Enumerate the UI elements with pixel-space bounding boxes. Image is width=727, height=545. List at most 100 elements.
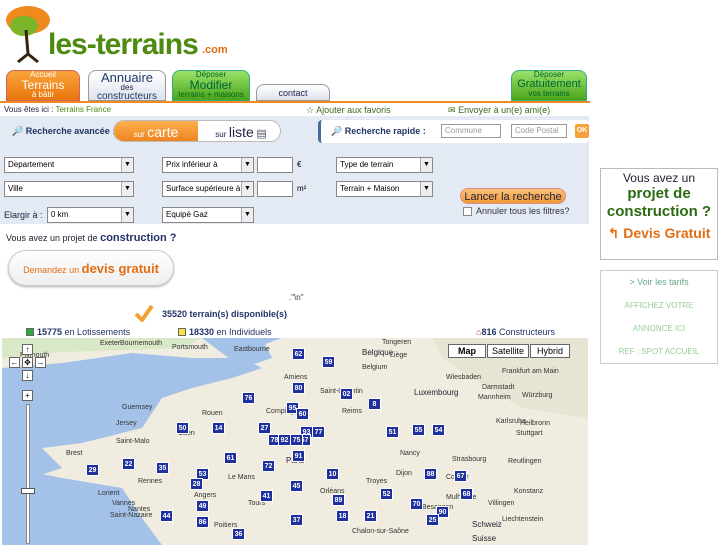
- map-marker[interactable]: 72: [262, 460, 275, 472]
- map-place-label: Heilbronn: [520, 420, 550, 427]
- tab-gratuit-sub: vos terrains: [528, 89, 570, 98]
- map-marker[interactable]: 54: [432, 424, 445, 436]
- map-marker[interactable]: 25: [426, 514, 439, 526]
- map-marker[interactable]: 52: [380, 488, 393, 500]
- yellow-square-icon: [178, 328, 186, 336]
- map-marker[interactable]: 45: [290, 480, 303, 492]
- map-marker[interactable]: 22: [122, 458, 135, 470]
- zoom-in-icon[interactable]: +: [22, 390, 33, 401]
- tab-annuaire[interactable]: Annuaire des constructeurs: [88, 70, 166, 102]
- surface-select[interactable]: Surface supérieure à ▼: [162, 181, 254, 197]
- map-marker[interactable]: 89: [332, 494, 345, 506]
- map-marker[interactable]: 29: [86, 464, 99, 476]
- elargir-select[interactable]: 0 km ▼: [47, 207, 134, 223]
- pan-down-icon[interactable]: ↓: [22, 370, 33, 381]
- map-place-label: Chalon-sur-Saône: [352, 528, 409, 535]
- map-place-label: Stuttgart: [516, 430, 543, 437]
- devis-gratuit-ad[interactable]: Vous avez un projet de construction ? ↰ …: [600, 168, 718, 260]
- quick-search-ok-button[interactable]: OK: [575, 124, 589, 138]
- pan-center-icon[interactable]: ✥: [22, 357, 33, 368]
- map-marker[interactable]: 80: [292, 382, 305, 394]
- individuels-count[interactable]: 18330 en Individuels: [178, 327, 272, 337]
- map-marker[interactable]: 36: [232, 528, 245, 540]
- map-marker[interactable]: 61: [224, 452, 237, 464]
- annonce-text: ANNONCE ICI: [632, 324, 686, 333]
- map-marker[interactable]: 50: [176, 422, 189, 434]
- map-marker[interactable]: 35: [156, 462, 169, 474]
- map-marker[interactable]: 86: [196, 516, 209, 528]
- tab-deposer-modifier[interactable]: Déposer Modifier terrains + maisons: [172, 70, 250, 101]
- map-marker[interactable]: 10: [326, 468, 339, 480]
- prix-select[interactable]: Prix inférieur à ▼: [162, 157, 254, 173]
- map-marker[interactable]: 68: [460, 488, 473, 500]
- map-marker[interactable]: 75: [290, 434, 303, 446]
- france-map[interactable]: Exeter Bournemouth Portsmouth Eastbourne Ply…: [2, 338, 588, 545]
- departement-select[interactable]: Departement ▼: [4, 157, 134, 173]
- ville-select[interactable]: Ville ▼: [4, 181, 134, 197]
- constructeurs-txt: Constructeurs: [498, 327, 556, 337]
- send-friend-link[interactable]: ✉ Envoyer à un(e) ami(e): [448, 105, 550, 116]
- map-marker[interactable]: 62: [292, 348, 305, 360]
- map-marker[interactable]: 41: [260, 490, 273, 502]
- advert-placeholder[interactable]: > Voir les tarifs AFFICHEZ VOTRE ANNONCE…: [600, 270, 718, 364]
- devis-gratuit-button[interactable]: Demandez un devis gratuit: [8, 250, 174, 286]
- add-favorites-link[interactable]: ☆ Ajouter aux favoris: [306, 105, 391, 116]
- view-list-button[interactable]: sur liste ▤: [200, 121, 280, 141]
- prix-input[interactable]: [257, 157, 293, 173]
- breadcrumb-current[interactable]: Terrains France: [55, 105, 111, 114]
- cancel-filters[interactable]: Annuler tous les filtres?: [463, 206, 570, 217]
- map-marker[interactable]: 67: [454, 470, 467, 482]
- pan-left-icon[interactable]: ←: [9, 357, 20, 368]
- voir-tarifs-link[interactable]: > Voir les tarifs: [601, 277, 717, 287]
- map-marker[interactable]: 37: [290, 514, 303, 526]
- map-marker[interactable]: 21: [364, 510, 377, 522]
- map-marker[interactable]: 14: [212, 422, 225, 434]
- type-terrain-select[interactable]: Type de terrain ▼: [336, 157, 433, 173]
- view-map-button[interactable]: sur carte: [114, 121, 198, 141]
- map-marker[interactable]: 51: [386, 426, 399, 438]
- map-marker[interactable]: 27: [258, 422, 271, 434]
- map-type-satellite[interactable]: Satellite: [487, 344, 529, 358]
- surface-input[interactable]: [257, 181, 293, 197]
- map-marker[interactable]: 28: [190, 478, 203, 490]
- constructeurs-count[interactable]: ⌂816 Constructeurs: [476, 327, 555, 337]
- ville-value: Ville: [8, 184, 23, 193]
- map-type-map[interactable]: Map: [448, 344, 486, 358]
- map-marker[interactable]: 76: [242, 392, 255, 404]
- site-logo[interactable]: les-terrains .com: [4, 4, 244, 64]
- logo-domain: .com: [202, 44, 228, 56]
- tab-accueil[interactable]: Accueil Terrains à bâtir: [6, 70, 80, 101]
- zoom-slider[interactable]: [26, 404, 30, 544]
- map-place-label: Nantes: [128, 506, 151, 513]
- map-marker[interactable]: 18: [336, 510, 349, 522]
- arrow-icon: ↰: [607, 225, 620, 241]
- commune-input[interactable]: Commune: [441, 124, 501, 138]
- tab-deposer-gratuitement[interactable]: Déposer Gratuitement vos terrains: [511, 70, 587, 101]
- cancel-filters-checkbox[interactable]: [463, 207, 472, 217]
- pan-up-icon[interactable]: ↑: [22, 344, 33, 355]
- map-marker[interactable]: 70: [410, 498, 423, 510]
- map-place-label: Le Mans: [228, 474, 255, 481]
- map-marker[interactable]: 59: [322, 356, 335, 368]
- map-marker[interactable]: 8: [368, 398, 381, 410]
- map-marker[interactable]: 60: [296, 408, 309, 420]
- postal-code-input[interactable]: Code Postal: [511, 124, 567, 138]
- chevron-down-icon: ▼: [121, 208, 133, 222]
- map-marker[interactable]: 55: [412, 424, 425, 436]
- lotissements-count[interactable]: 15775 en Lotissements: [26, 327, 130, 337]
- map-marker[interactable]: 44: [160, 510, 173, 522]
- map-marker[interactable]: 88: [424, 468, 437, 480]
- map-marker[interactable]: 02: [340, 388, 353, 400]
- map-marker[interactable]: 49: [196, 500, 209, 512]
- zoom-slider-handle[interactable]: [21, 488, 35, 494]
- map-marker[interactable]: 77: [312, 426, 325, 438]
- map-place-label: Rouen: [202, 410, 223, 417]
- chevron-down-icon: ▼: [121, 182, 133, 196]
- tab-contact[interactable]: contact: [256, 84, 330, 101]
- equipe-select[interactable]: Equipé Gaz ▼: [162, 207, 254, 223]
- map-marker[interactable]: 91: [292, 450, 305, 462]
- map-type-hybrid[interactable]: Hybrid: [530, 344, 570, 358]
- pan-right-icon[interactable]: →: [35, 357, 46, 368]
- terrain-maison-select[interactable]: Terrain + Maison ▼: [336, 181, 433, 197]
- launch-search-button[interactable]: Lancer la recherche: [460, 188, 566, 204]
